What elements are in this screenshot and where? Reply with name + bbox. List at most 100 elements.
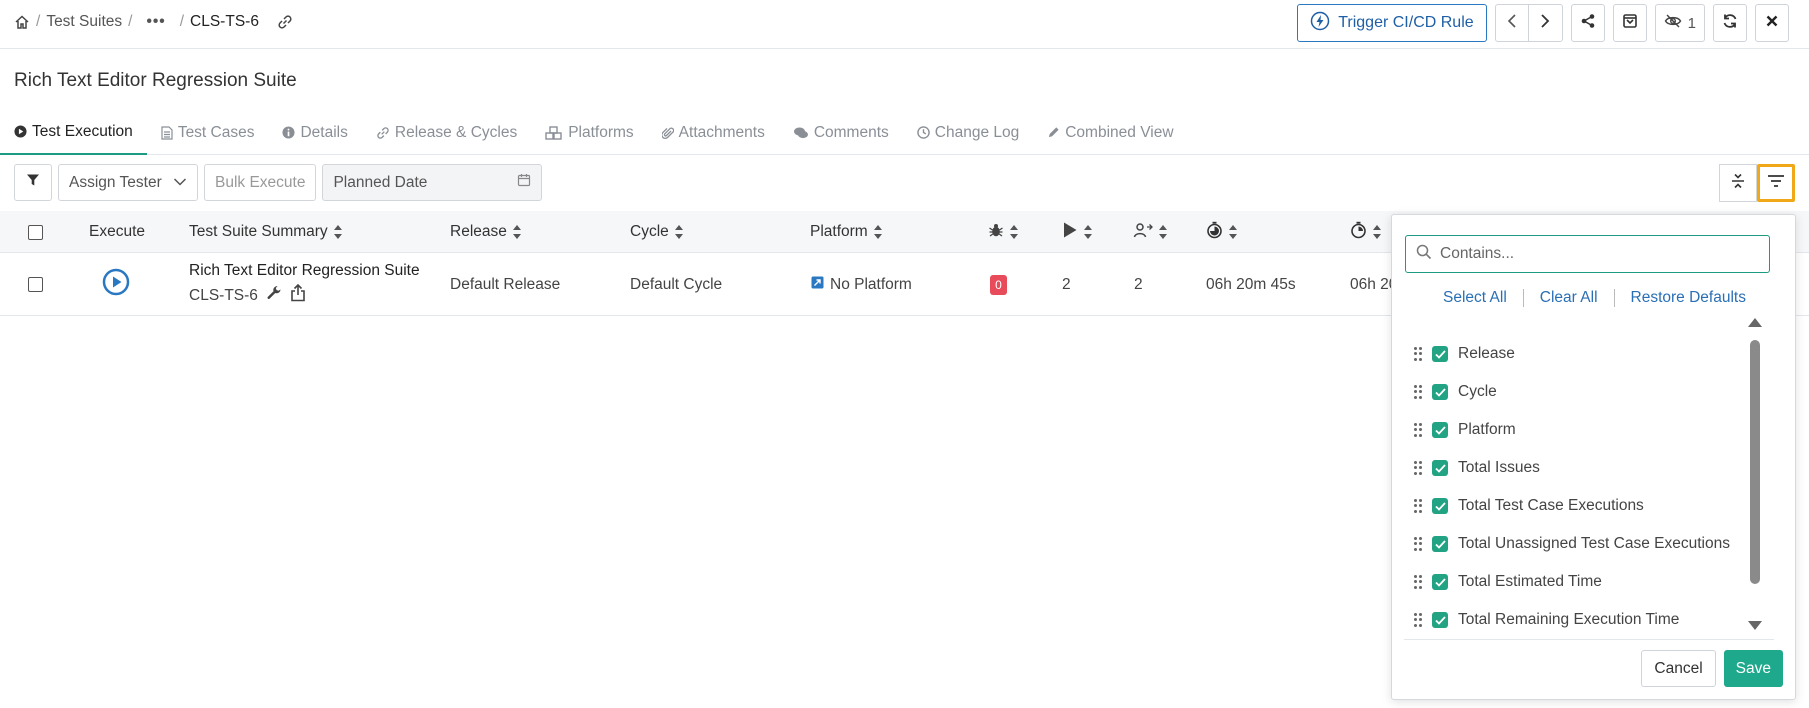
restore-defaults-link[interactable]: Restore Defaults: [1631, 289, 1746, 307]
collapse-rows-button[interactable]: [1719, 164, 1757, 202]
column-item-total-remaining-time[interactable]: Total Remaining Execution Time: [1392, 601, 1752, 639]
tab-platforms[interactable]: Platforms: [531, 110, 647, 155]
select-all-link[interactable]: Select All: [1443, 289, 1507, 307]
drag-handle-icon[interactable]: [1414, 385, 1422, 399]
tab-test-execution[interactable]: Test Execution: [0, 110, 147, 155]
next-button[interactable]: [1528, 4, 1563, 42]
ellipsis-icon[interactable]: •••: [138, 13, 173, 31]
user-unassigned-icon: [1133, 222, 1153, 243]
save-button[interactable]: Save: [1723, 650, 1783, 687]
column-checkbox[interactable]: [1432, 422, 1448, 438]
header-summary-label: Test Suite Summary: [189, 223, 328, 240]
column-checkbox[interactable]: [1432, 498, 1448, 514]
column-item-platform[interactable]: Platform: [1392, 411, 1752, 449]
drag-handle-icon[interactable]: [1414, 347, 1422, 361]
header-release[interactable]: Release: [450, 211, 521, 253]
column-checkbox[interactable]: [1432, 574, 1448, 590]
scroll-up-arrow-icon[interactable]: [1748, 318, 1762, 327]
suite-key[interactable]: CLS-TS-6: [189, 287, 258, 305]
column-label: Total Remaining Execution Time: [1458, 611, 1680, 628]
tab-label: Attachments: [678, 123, 765, 141]
scroll-down-arrow-icon[interactable]: [1748, 621, 1762, 630]
column-checkbox[interactable]: [1432, 346, 1448, 362]
drag-handle-icon[interactable]: [1414, 461, 1422, 475]
filter-button[interactable]: [14, 164, 52, 201]
tab-attachments[interactable]: Attachments: [648, 110, 779, 155]
column-item-total-unassigned[interactable]: Total Unassigned Test Case Executions: [1392, 525, 1752, 563]
drag-handle-icon[interactable]: [1414, 575, 1422, 589]
execute-cell: [102, 253, 130, 316]
column-checkbox[interactable]: [1432, 536, 1448, 552]
scroll-thumb[interactable]: [1750, 340, 1760, 584]
column-checkbox[interactable]: [1432, 612, 1448, 628]
bulk-execute-button[interactable]: Bulk Execute: [204, 164, 317, 201]
export-icon[interactable]: [290, 283, 306, 307]
column-list-scrollbar[interactable]: [1748, 318, 1762, 630]
column-checkbox[interactable]: [1432, 384, 1448, 400]
header-remaining-time[interactable]: [1350, 211, 1381, 253]
tab-test-cases[interactable]: Test Cases: [147, 110, 269, 155]
wrench-icon[interactable]: [266, 285, 282, 306]
header-cycle[interactable]: Cycle: [630, 211, 683, 253]
search-icon: [1416, 244, 1432, 264]
column-item-total-executions[interactable]: Total Test Case Executions: [1392, 487, 1752, 525]
share-button[interactable]: [1570, 4, 1605, 42]
header-executions[interactable]: [1062, 211, 1092, 253]
assign-tester-dropdown[interactable]: Assign Tester: [58, 164, 198, 201]
column-item-cycle[interactable]: Cycle: [1392, 373, 1752, 411]
column-checkbox[interactable]: [1432, 460, 1448, 476]
suite-summary[interactable]: Rich Text Editor Regression Suite: [189, 262, 420, 280]
archive-button[interactable]: [1612, 4, 1647, 42]
header-release-label: Release: [450, 223, 507, 240]
watchers-button[interactable]: 1: [1654, 4, 1705, 42]
column-item-release[interactable]: Release: [1392, 335, 1752, 373]
drag-handle-icon[interactable]: [1414, 499, 1422, 513]
estimated-time-cell: 06h 20m 45s: [1206, 275, 1296, 293]
header-issues[interactable]: [988, 211, 1018, 253]
breadcrumb-test-suites[interactable]: Test Suites: [46, 13, 122, 31]
column-item-total-estimated-time[interactable]: Total Estimated Time: [1392, 563, 1752, 601]
breadcrumb-current: CLS-TS-6: [190, 13, 259, 30]
eye-slash-icon: [1664, 13, 1682, 33]
issues-badge[interactable]: 0: [990, 274, 1007, 295]
drag-handle-icon[interactable]: [1414, 613, 1422, 627]
header-unassigned[interactable]: [1133, 211, 1167, 253]
column-item-total-issues[interactable]: Total Issues: [1392, 449, 1752, 487]
home-icon[interactable]: [14, 14, 30, 30]
link-icon[interactable]: [277, 14, 293, 30]
clear-all-link[interactable]: Clear All: [1540, 289, 1598, 307]
bolt-icon: [1310, 11, 1330, 36]
tab-combined-view[interactable]: Combined View: [1033, 110, 1187, 155]
link-icon: [376, 126, 390, 140]
previous-button[interactable]: [1494, 4, 1529, 42]
planned-date-field[interactable]: Planned Date: [322, 164, 543, 201]
header-platform[interactable]: Platform: [810, 211, 882, 253]
drag-handle-icon[interactable]: [1414, 537, 1422, 551]
divider: [1613, 289, 1615, 307]
planned-date-placeholder: Planned Date: [333, 173, 428, 191]
execute-play-icon[interactable]: [102, 268, 130, 301]
drag-handle-icon[interactable]: [1414, 423, 1422, 437]
column-label: Cycle: [1458, 383, 1497, 400]
header-estimated-time[interactable]: [1206, 211, 1237, 253]
close-button[interactable]: [1755, 4, 1789, 42]
assign-tester-label: Assign Tester: [69, 173, 162, 191]
column-search-box: [1405, 235, 1770, 273]
select-all-checkbox[interactable]: [28, 224, 43, 240]
refresh-button[interactable]: [1713, 4, 1747, 42]
trigger-cicd-button[interactable]: Trigger CI/CD Rule: [1297, 4, 1487, 42]
cancel-button[interactable]: Cancel: [1641, 650, 1716, 687]
tab-label: Comments: [813, 123, 889, 141]
paperclip-icon: [661, 126, 674, 140]
header-summary[interactable]: Test Suite Summary: [189, 211, 342, 253]
tab-comments[interactable]: Comments: [779, 110, 903, 155]
play-icon: [1062, 221, 1078, 244]
breadcrumb-separator: /: [128, 13, 133, 30]
tab-release-cycles[interactable]: Release & Cycles: [362, 110, 531, 155]
column-chooser-button[interactable]: [1757, 164, 1795, 202]
tab-details[interactable]: Details: [268, 110, 361, 155]
column-search-input[interactable]: [1440, 245, 1769, 263]
tab-change-log[interactable]: Change Log: [903, 110, 1033, 155]
row-checkbox[interactable]: [28, 277, 43, 292]
chevron-down-icon: [173, 174, 187, 192]
